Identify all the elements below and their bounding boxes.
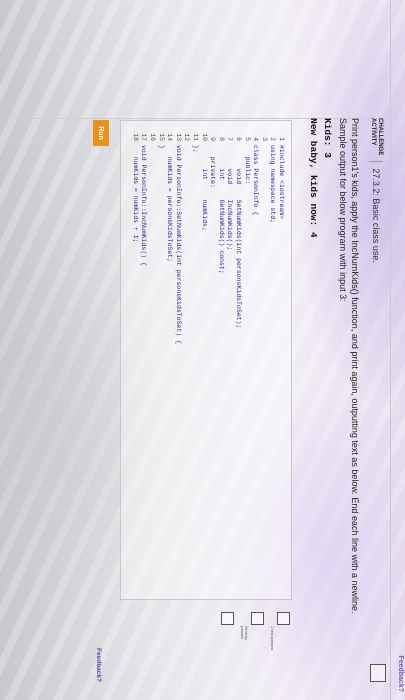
code-line[interactable]: 3 — [260, 129, 268, 145]
code-line[interactable]: 5 public: — [243, 129, 251, 184]
line-number: 7 — [226, 137, 234, 141]
completion-checkbox — [370, 664, 386, 682]
code-editor[interactable]: 1 #include <iostream> 2 using namespace std… — [120, 120, 292, 600]
line-number: 10 — [200, 133, 208, 141]
code-line[interactable]: 6 void SetNumKids(int personsKidsToSet); — [234, 129, 242, 328]
run-button[interactable]: Run — [93, 120, 109, 146]
sample-intro: Sample output for below program with inp… — [338, 118, 348, 302]
instructions-text: Print person1's kids, apply the IncNumKi… — [350, 118, 360, 614]
code-line[interactable]: 18 numKids = numKids + 1; — [131, 129, 139, 243]
code-line[interactable]: 14 numKids = personsKidsToSet; — [165, 129, 173, 262]
line-number: 13 — [174, 133, 182, 141]
page: Feedback? CHALLENGE ACTIVITY 27.3.2: Bas… — [0, 0, 405, 700]
code-line[interactable]: 16 — [148, 129, 156, 145]
code-line[interactable]: 4 class PersonInfo { — [251, 129, 259, 215]
line-number: 11 — [192, 133, 199, 141]
line-number: 17 — [140, 133, 148, 141]
feedback-link-bottom[interactable]: Feedback? — [95, 648, 102, 682]
test-label-1: 1 test passed — [270, 626, 275, 650]
line-number: 15 — [157, 133, 165, 141]
test-label-2: All tests passed — [240, 626, 249, 641]
code-line[interactable]: 10 int numKids; — [200, 129, 208, 231]
code-line[interactable]: 15} — [157, 129, 165, 149]
code-text: } — [157, 145, 165, 149]
code-text: void PersonInfo::SetNumKids(int personsK… — [174, 145, 182, 344]
sample-output-line-2: New baby, kids now: 4 — [308, 118, 319, 238]
sample-output-line-1: Kids: 3 — [322, 118, 333, 158]
code-line[interactable]: 11}; — [191, 129, 199, 153]
code-line[interactable]: 13void PersonInfo::SetNumKids(int person… — [174, 129, 182, 344]
code-line[interactable]: 17void PersonInfo::IncNumKids() { — [139, 129, 147, 266]
code-text: private: — [209, 145, 217, 188]
code-text: #include <iostream> — [278, 145, 285, 220]
line-number: 5 — [243, 137, 251, 141]
activity-title: 27.3.2: Basic class use. — [371, 168, 381, 263]
line-number: 6 — [235, 137, 242, 141]
code-line[interactable]: 9 private: — [208, 129, 216, 188]
line-number: 16 — [149, 133, 156, 141]
code-text: public: — [243, 145, 251, 185]
test-checkbox-3 — [221, 612, 234, 625]
code-line[interactable]: 7 void IncNumKids(); — [225, 129, 233, 250]
line-number: 8 — [217, 137, 225, 141]
top-bar: Feedback? — [390, 0, 405, 700]
code-text: numKids = personsKidsToSet; — [166, 145, 174, 263]
line-number: 1 — [278, 137, 285, 141]
code-line[interactable]: 2 using namespace std; — [268, 129, 276, 223]
code-line[interactable]: 12 — [182, 129, 190, 145]
code-line[interactable]: 8 int GetNumKids() const; — [217, 129, 225, 274]
instructions: Print person1's kids, apply the IncNumKi… — [337, 118, 361, 658]
code-text: void PersonInfo::IncNumKids() { — [140, 145, 148, 266]
code-text: }; — [192, 145, 199, 153]
line-number: 12 — [183, 133, 191, 141]
code-text: int GetNumKids() const; — [217, 145, 225, 274]
line-number: 14 — [166, 133, 174, 141]
code-text: int numKids; — [200, 145, 208, 231]
code-text: using namespace std; — [269, 145, 277, 224]
line-number: 2 — [269, 137, 277, 141]
activity-type-label: CHALLENGE ACTIVITY — [369, 118, 383, 163]
line-number: 3 — [260, 137, 268, 141]
code-text: class PersonInfo { — [252, 145, 260, 216]
feedback-link-top[interactable]: Feedback? — [397, 655, 404, 692]
activity-header: CHALLENGE ACTIVITY 27.3.2: Basic class u… — [365, 118, 387, 263]
line-number: 9 — [209, 137, 217, 141]
test-checkbox-1 — [277, 612, 290, 625]
test-checkbox-2 — [251, 612, 264, 625]
code-line[interactable]: 1 #include <iostream> — [277, 129, 285, 219]
code-text: void IncNumKids(); — [226, 145, 234, 251]
code-text: numKids = numKids + 1; — [131, 145, 139, 243]
line-number: 18 — [131, 133, 139, 141]
line-number: 4 — [252, 137, 260, 141]
code-text: void SetNumKids(int personsKidsToSet); — [235, 145, 242, 329]
test-status-column: 1 test passed All tests passed — [215, 612, 290, 652]
